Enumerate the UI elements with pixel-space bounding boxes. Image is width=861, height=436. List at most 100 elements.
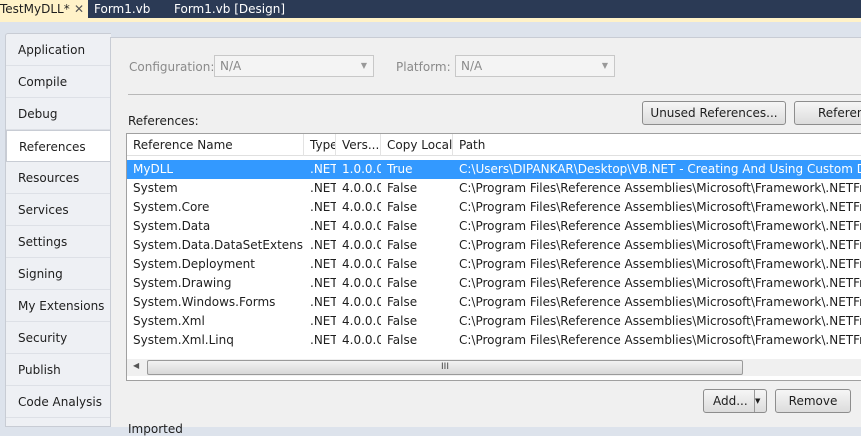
chevron-down-icon: ▼ [601,61,608,70]
table-cell: C:\Program Files\Reference Assemblies\Mi… [459,200,861,214]
tab-testmydll[interactable]: TestMyDLL* ✕ [0,0,88,18]
table-cell: C:\Program Files\Reference Assemblies\Mi… [459,238,861,252]
table-cell: .NET [310,200,336,214]
chevron-down-icon: ▼ [360,61,367,70]
sidebar-item-my-extensions[interactable]: My Extensions [6,290,111,322]
table-row[interactable]: System.Xml .NET 4.0.0.0 False C:\Program Fil… [127,312,861,331]
sidebar-item-references[interactable]: References [6,130,112,162]
column-header[interactable]: Vers... [336,134,381,156]
table-cell: System.Core [133,200,210,214]
table-cell: C:\Program Files\Reference Assemblies\Mi… [459,314,861,328]
table-row[interactable]: System.Windows.Forms .NET 4.0.0.0 False C:\P… [127,293,861,312]
table-row[interactable]: System .NET 4.0.0.0 False C:\Program Files\R… [127,179,861,198]
table-cell: .NET [310,276,336,290]
platform-label: Platform: [396,60,451,74]
table-row[interactable]: System.Drawing .NET 4.0.0.0 False C:\Program… [127,274,861,293]
table-cell: .NET [310,257,336,271]
reference-paths-button[interactable]: Referenc [794,101,861,125]
table-cell: .NET [310,162,336,176]
sidebar-item-services[interactable]: Services [6,194,111,226]
imported-namespaces-label: Imported [128,422,183,436]
sidebar-item-settings[interactable]: Settings [6,226,111,258]
table-cell: 4.0.0.0 [342,314,381,328]
sidebar-item-resources[interactable]: Resources [6,162,111,194]
table-cell: False [387,333,418,347]
tab-form1-design[interactable]: Form1.vb [Design] [168,0,291,18]
table-row[interactable]: MyDLL .NET 1.0.0.0 True C:\Users\DIPANKAR\De… [127,160,861,179]
sidebar-item-signing[interactable]: Signing [6,258,111,290]
platform-select[interactable]: N/A ▼ [455,55,615,77]
table-cell: 4.0.0.0 [342,238,381,252]
column-header[interactable]: Path [453,134,861,156]
horizontal-scrollbar[interactable]: ◀ III [127,359,861,376]
sidebar-item-debug[interactable]: Debug [6,98,111,130]
table-row[interactable]: System.Data .NET 4.0.0.0 False C:\Program Fi… [127,217,861,236]
sidebar-item-code-analysis[interactable]: Code Analysis [6,386,111,418]
tab-label: TestMyDLL* [0,2,70,16]
add-button[interactable]: Add... ▼ [703,389,767,413]
table-cell: False [387,200,418,214]
list-header: Reference Name Type Vers... Copy Local Path [127,134,861,156]
remove-button[interactable]: Remove [775,389,851,413]
table-cell: 4.0.0.0 [342,181,381,195]
column-header[interactable]: Reference Name [127,134,304,156]
table-cell: False [387,219,418,233]
table-cell: System.Windows.Forms [133,295,276,309]
table-cell: System [133,181,178,195]
table-cell: 4.0.0.0 [342,200,381,214]
add-label: Add... [713,394,748,408]
table-cell: 1.0.0.0 [342,162,381,176]
document-tab-bar: TestMyDLL* ✕ Form1.vb Form1.vb [Design] [0,0,861,18]
scroll-left-icon[interactable]: ◀ [133,361,139,370]
sidebar-item-publish[interactable]: Publish [6,354,111,386]
table-cell: 4.0.0.0 [342,333,381,347]
table-cell: .NET [310,314,336,328]
tab-form1-vb[interactable]: Form1.vb [88,0,156,18]
table-cell: False [387,257,418,271]
scrollbar-thumb[interactable]: III [147,360,743,375]
references-page: Configuration: N/A ▼ Platform: N/A ▼ Refer… [110,37,861,436]
table-cell: C:\Program Files\Reference Assemblies\Mi… [459,181,861,195]
table-cell: False [387,314,418,328]
sidebar-item-compile[interactable]: Compile [6,66,111,98]
table-cell: C:\Program Files\Reference Assemblies\Mi… [459,276,861,290]
references-list[interactable]: Reference Name Type Vers... Copy Local Path … [126,133,861,381]
table-cell: .NET [310,238,336,252]
table-cell: False [387,181,418,195]
add-dropdown-icon[interactable]: ▼ [754,390,766,412]
table-cell: System.Deployment [133,257,255,271]
table-row[interactable]: System.Deployment .NET 4.0.0.0 False C:\Prog… [127,255,861,274]
table-row[interactable]: System.Xml.Linq .NET 4.0.0.0 False C:\Progra… [127,331,861,350]
divider [128,94,861,95]
table-cell: C:\Program Files\Reference Assemblies\Mi… [459,219,861,233]
configuration-label: Configuration: [129,60,215,74]
sidebar: Application Compile Debug References Resourc… [5,33,112,427]
table-cell: .NET [310,295,336,309]
table-cell: .NET [310,181,336,195]
table-cell: True [387,162,413,176]
table-cell: System.Drawing [133,276,232,290]
table-cell: System.Xml [133,314,205,328]
table-cell: C:\Users\DIPANKAR\Desktop\VB.NET - Creat… [459,162,861,176]
table-row[interactable]: System.Core .NET 4.0.0.0 False C:\Program Fi… [127,198,861,217]
sidebar-item-security[interactable]: Security [6,322,111,354]
column-header[interactable]: Type [304,134,336,156]
table-cell: 4.0.0.0 [342,276,381,290]
table-row[interactable]: System.Data.DataSetExtensions .NET 4.0.0.0… [127,236,861,255]
table-cell: System.Data.DataSetExtensions [133,238,304,252]
column-header[interactable]: Copy Local [381,134,453,156]
table-cell: .NET [310,219,336,233]
sidebar-item-application[interactable]: Application [6,34,111,66]
references-label: References: [128,114,199,128]
table-cell: System.Data [133,219,211,233]
table-cell: 4.0.0.0 [342,295,381,309]
configuration-select[interactable]: N/A ▼ [214,55,374,77]
close-icon[interactable]: ✕ [74,0,84,18]
table-cell: False [387,238,418,252]
table-cell: 4.0.0.0 [342,257,381,271]
tab-underline [0,18,861,22]
table-cell: C:\Program Files\Reference Assemblies\Mi… [459,257,861,271]
configuration-value: N/A [220,59,242,73]
unused-references-button[interactable]: Unused References... [642,101,786,125]
table-cell: System.Xml.Linq [133,333,234,347]
